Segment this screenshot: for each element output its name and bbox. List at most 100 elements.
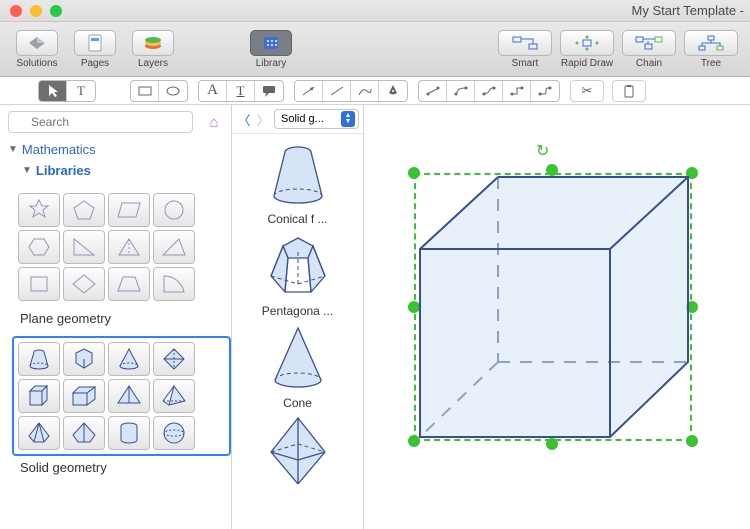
text-block-tool[interactable]: T [227, 81, 255, 101]
shape-pent-pyramid[interactable] [63, 416, 105, 450]
arc-connector-tool[interactable] [447, 81, 475, 101]
library-item-pentagonal-frustum[interactable]: Pentagona ... [259, 232, 337, 318]
shape-cuboid-small[interactable] [63, 379, 105, 413]
spline-tool[interactable] [351, 81, 379, 101]
sidebar: 🔍 ⌂ ▼ Mathematics ▼ Libraries [0, 105, 232, 529]
library-tree: ▼ Mathematics ▼ Libraries [0, 139, 231, 181]
text-tool[interactable]: T [67, 81, 95, 101]
library-back-button[interactable]: 〈 [236, 110, 252, 128]
connector-tools-segment [418, 80, 560, 102]
shape-scalene-triangle[interactable] [153, 230, 195, 264]
library-panel: 〈 〉 Solid g... ▲▼ Conical f ... Pentagon… [232, 105, 364, 529]
bezier-connector-tool[interactable] [475, 81, 503, 101]
scissors-tool[interactable]: ✂ [570, 80, 604, 102]
toolbar-group-connectors: Smart Rapid Draw Chain Tree [494, 25, 742, 73]
chain-icon [634, 35, 664, 51]
shape-right-triangle[interactable] [63, 230, 105, 264]
shape-cube-small[interactable] [18, 379, 60, 413]
shape-circle[interactable] [153, 193, 195, 227]
solid-geometry-grid [12, 336, 231, 456]
main-toolbar: Solutions Pages Layers Library Smart Rap… [0, 22, 750, 77]
app-body: 🔍 ⌂ ▼ Mathematics ▼ Libraries [0, 105, 750, 529]
canvas[interactable]: ↻ [364, 105, 750, 529]
library-icon [262, 35, 280, 51]
clipboard-tool[interactable] [612, 80, 646, 102]
library-item-conical-frustum[interactable]: Conical f ... [259, 140, 337, 226]
text-shape-tool[interactable]: A [199, 81, 227, 101]
direct-connector-tool[interactable] [419, 81, 447, 101]
pointer-text-segment: T [38, 80, 96, 102]
smart-icon [510, 35, 540, 51]
rapid-draw-icon [572, 35, 602, 51]
toolbar-group-library: Library [242, 25, 300, 73]
round-connector-tool[interactable] [531, 81, 559, 101]
shape-tetrahedron-small[interactable] [153, 379, 195, 413]
shape-sphere-small[interactable] [153, 416, 195, 450]
shape-frustum[interactable] [18, 342, 60, 376]
rectangle-tool[interactable] [131, 81, 159, 101]
rotation-handle[interactable]: ↻ [536, 141, 549, 161]
tree-item-libraries[interactable]: ▼ Libraries [8, 160, 223, 181]
shape-pentagonal-prism[interactable] [63, 342, 105, 376]
toolbar-chain-button[interactable]: Chain [618, 25, 680, 73]
pointer-tool[interactable] [39, 81, 67, 101]
library-group-plane-geometry[interactable]: Plane geometry [12, 187, 231, 326]
ellipse-tool[interactable] [159, 81, 187, 101]
library-group-solid-geometry[interactable]: Solid geometry [12, 336, 231, 475]
dropdown-stepper-icon: ▲▼ [341, 111, 355, 127]
library-dropdown[interactable]: Solid g... ▲▼ [274, 109, 359, 129]
shape-square[interactable] [18, 267, 60, 301]
disclosure-triangle-icon: ▼ [8, 144, 18, 155]
tree-item-mathematics[interactable]: ▼ Mathematics [8, 139, 223, 160]
shape-tools-segment [130, 80, 188, 102]
arrow-tool[interactable] [295, 81, 323, 101]
layers-icon [143, 35, 163, 51]
plane-geometry-title: Plane geometry [12, 307, 231, 326]
library-panel-header: 〈 〉 Solid g... ▲▼ [232, 105, 363, 134]
search-input[interactable] [8, 111, 193, 133]
toolbar-rapid-draw-button[interactable]: Rapid Draw [556, 25, 618, 73]
shape-star[interactable] [18, 193, 60, 227]
shape-hexagon[interactable] [18, 230, 60, 264]
disclosure-triangle-icon: ▼ [22, 165, 32, 176]
plane-geometry-grid [12, 187, 231, 307]
window-title: My Start Template - [0, 3, 750, 18]
home-icon[interactable]: ⌂ [205, 113, 223, 131]
text-tools-segment: A T [198, 80, 284, 102]
tool-strip: T A T ✂ [0, 77, 750, 105]
shape-cone-small[interactable] [108, 342, 150, 376]
shape-rhombus[interactable] [63, 267, 105, 301]
toolbar-solutions-button[interactable]: Solutions [8, 25, 66, 73]
toolbar-group-views: Solutions Pages Layers [8, 25, 182, 73]
title-bar: My Start Template - [0, 0, 750, 22]
pages-icon [87, 34, 103, 52]
shape-pyramid-small[interactable] [108, 379, 150, 413]
shape-parallelogram[interactable] [108, 193, 150, 227]
callout-tool[interactable] [255, 81, 283, 101]
line-tools-segment [294, 80, 408, 102]
line-tool[interactable] [323, 81, 351, 101]
search-row: 🔍 ⌂ [0, 105, 231, 139]
smart-connector-tool[interactable] [503, 81, 531, 101]
shape-isoceles-triangle[interactable] [108, 230, 150, 264]
shape-octahedron-small[interactable] [153, 342, 195, 376]
toolbar-layers-button[interactable]: Layers [124, 25, 182, 73]
library-item-cone[interactable]: Cone [259, 324, 337, 410]
library-forward-button[interactable]: 〉 [255, 110, 271, 128]
toolbar-tree-button[interactable]: Tree [680, 25, 742, 73]
pen-tool[interactable] [379, 81, 407, 101]
shape-cylinder-small[interactable] [108, 416, 150, 450]
library-shape-list: Conical f ... Pentagona ... Cone [232, 134, 363, 529]
toolbar-smart-button[interactable]: Smart [494, 25, 556, 73]
solutions-icon [27, 35, 47, 51]
shape-sector[interactable] [153, 267, 195, 301]
toolbar-library-button[interactable]: Library [242, 25, 300, 73]
solid-geometry-title: Solid geometry [12, 456, 231, 475]
shape-hex-pyramid[interactable] [18, 416, 60, 450]
toolbar-pages-button[interactable]: Pages [66, 25, 124, 73]
tree-icon [696, 35, 726, 51]
shape-pentagon[interactable] [63, 193, 105, 227]
shape-trapezoid[interactable] [108, 267, 150, 301]
canvas-shape-cube[interactable] [410, 167, 700, 447]
library-item-octahedron[interactable] [259, 416, 337, 488]
